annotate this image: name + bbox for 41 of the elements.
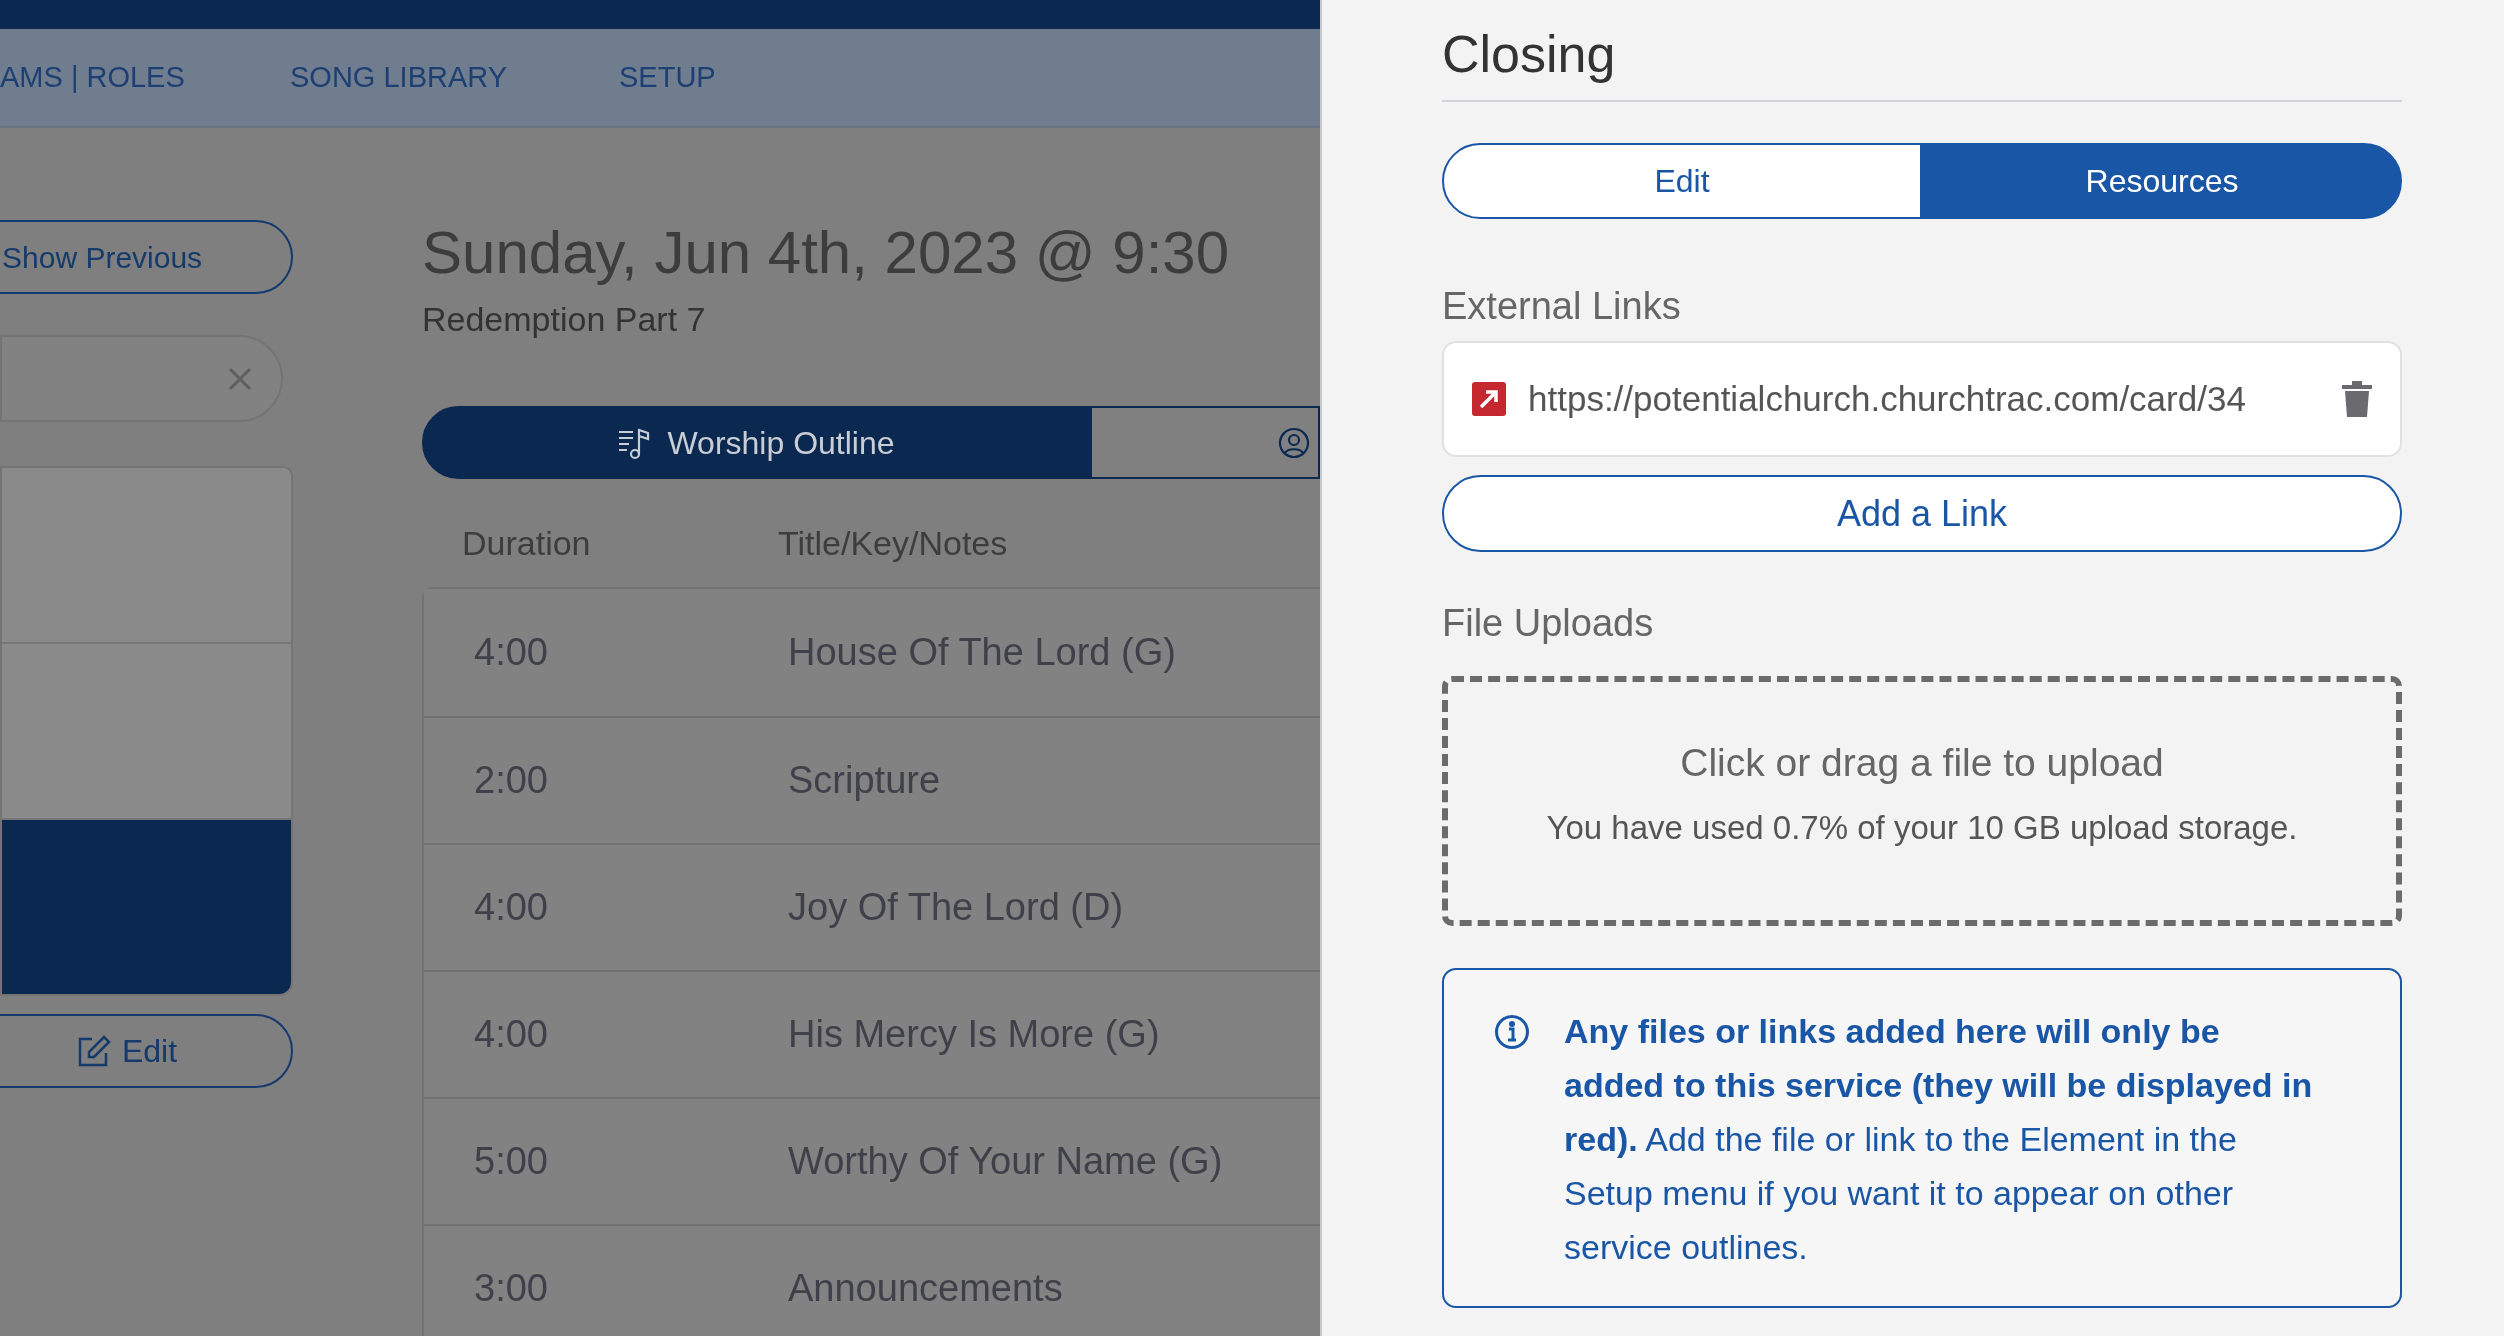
column-header: Duration xyxy=(462,522,592,564)
title-text: House Of The Lord (G) xyxy=(788,630,1176,675)
info-text: Any files or links added here will only be added to this service (they will be displayed in red). Add the file or link to the Element in the Setup menu if you want it to appear on other service outlines. xyxy=(1564,1011,2314,1268)
title-text: Announcements xyxy=(788,1266,1063,1311)
duration-text: 4:00 xyxy=(474,1012,549,1057)
delete-icon[interactable] xyxy=(2342,381,2372,417)
clear-icon[interactable] xyxy=(227,365,253,392)
add-link-button[interactable]: Add a Link xyxy=(1442,475,2402,552)
nav-link[interactable]: SETUP xyxy=(619,55,716,100)
link-url[interactable]: https://potentialchurch.churchtrac.com/card/34 xyxy=(1528,372,2320,426)
show-previous-button[interactable]: Show Previous xyxy=(0,220,293,294)
nav-link[interactable]: SONG LIBRARY xyxy=(290,55,508,100)
title-text: His Mercy Is More (G) xyxy=(788,1012,1160,1057)
title-text: Joy Of The Lord (D) xyxy=(788,885,1124,930)
upload-dropzone[interactable]: Click or drag a file to upload You have used 0.7% of your 10 GB upload storage. xyxy=(1442,676,2402,926)
duration-text: 4:00 xyxy=(474,630,549,675)
segment-tab[interactable]: Resources xyxy=(1922,143,2402,219)
title-text: Scripture xyxy=(788,758,941,803)
section-heading: External Links xyxy=(1442,284,1682,329)
tab[interactable]: Worship Outline xyxy=(422,406,1090,479)
edit-button[interactable]: Edit xyxy=(0,1014,293,1088)
dropzone-title: Click or drag a file to upload xyxy=(1680,740,2164,786)
service-title: Sunday, Jun 4th, 2023 @ 9:30 xyxy=(422,218,1231,288)
nav-link[interactable]: AMS | ROLES xyxy=(0,55,185,100)
section-heading: File Uploads xyxy=(1442,601,1655,646)
tab[interactable] xyxy=(1090,406,1320,479)
info-icon xyxy=(1494,1014,1530,1050)
duration-text: 4:00 xyxy=(474,885,549,930)
storage-usage-text: You have used 0.7% of your 10 GB upload storage. xyxy=(1546,807,2298,848)
duration-text: 2:00 xyxy=(474,758,549,803)
search-field[interactable] xyxy=(0,335,283,422)
list-item[interactable] xyxy=(2,818,291,994)
panel-title: Closing xyxy=(1442,22,2402,102)
external-link-icon xyxy=(1472,382,1506,416)
user-icon xyxy=(1278,426,1310,459)
title-text: Worthy Of Your Name (G) xyxy=(788,1139,1223,1184)
service-subtitle: Redemption Part 7 xyxy=(422,299,707,340)
duration-text: 3:00 xyxy=(474,1266,549,1311)
duration-text: 5:00 xyxy=(474,1139,549,1184)
column-header: Title/Key/Notes xyxy=(778,522,1008,564)
segment-tab[interactable]: Edit xyxy=(1442,143,1922,219)
